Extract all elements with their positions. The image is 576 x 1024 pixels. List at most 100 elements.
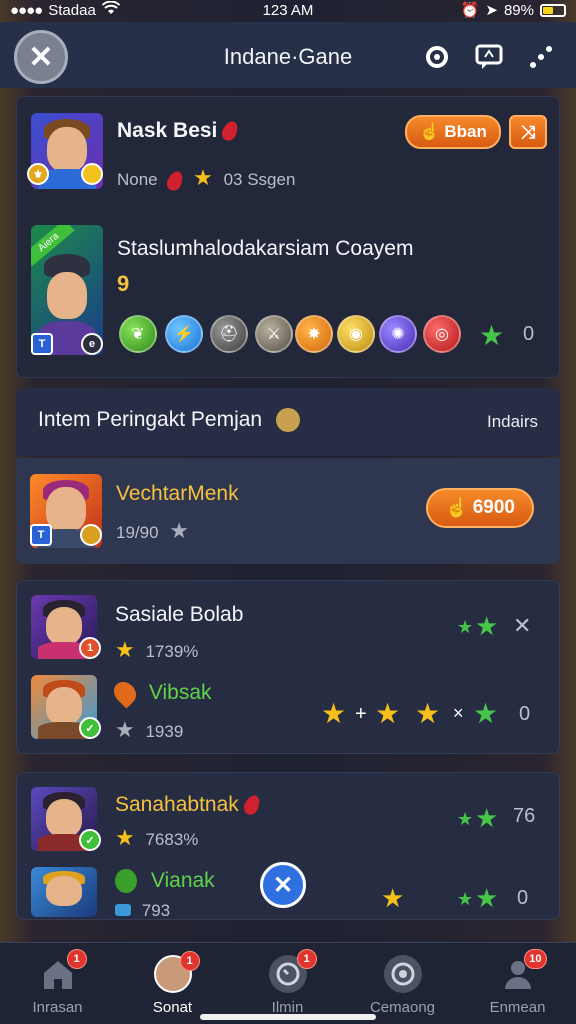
nav-badge: 1 [296,949,317,969]
featured-name: VechtarMenk [116,482,239,505]
nav-item-home[interactable]: 1 Inrasan [0,943,115,1024]
featured-meta: 19/90 ★ [116,518,190,543]
entry-meta: ★ 1739% [115,637,199,662]
nav-label: Cemaong [369,999,436,1016]
profile-score: 0 [523,323,535,345]
star-icon: ★ [457,889,474,909]
section-link[interactable]: Indairs [487,412,538,432]
pin-icon [109,677,141,710]
hand-icon: ☝ [445,498,469,519]
featured-button-label: 6900 [472,497,515,518]
entry-name: Vibsak [109,677,212,710]
share-button[interactable]: ⤨ [509,115,547,149]
app-header: ✕ Indane·Gane [0,22,576,88]
nav-item-target[interactable]: Cemaong [345,943,460,1024]
star-icon: ★ [475,803,499,833]
rank-label: None [117,170,158,189]
medal-icon [275,408,300,433]
helmet-orb-icon[interactable]: ⛑ [210,315,248,353]
featured-buy-button[interactable]: ☝ 6900 [426,488,534,528]
entry-meta: ★ 1939 [115,717,184,742]
entry-name: Sasiale Bolab [115,603,244,626]
star-icon: ★ [457,809,474,829]
star-icon: ★ [115,637,135,662]
hand-icon: ☝ [419,122,441,141]
player-name: Nask Besi [117,119,241,144]
search-icon[interactable] [420,40,454,74]
star-icon: ★ [115,825,135,850]
ticket-icon [115,904,131,916]
rank-badge-icon: ⚜ [27,163,49,185]
leaf-orb-icon[interactable]: ❦ [119,315,157,353]
more-icon[interactable] [524,40,558,74]
nav-badge: 1 [179,951,200,971]
nav-badge: 10 [524,949,547,969]
card-level: 9 [117,271,130,296]
gem-icon [219,119,241,144]
star-icon: ★ [115,717,135,742]
star-icon: ★ [321,698,347,729]
avatar-icon: 1 [153,951,200,993]
entry-meta: 793 [115,901,170,921]
times-icon: × [453,703,464,723]
home-indicator [200,1014,376,1020]
section-header: Intem Peringakt Pemjan Indairs [16,388,560,456]
status-time: 123 AM [262,1,314,19]
nav-item-user[interactable]: 10 Enmean [460,943,575,1024]
gem-icon [164,168,186,193]
gem-icon [241,793,263,818]
star-icon: ★ [381,883,405,913]
star-icon: ★ [473,698,499,729]
check-badge-icon: ✓ [79,717,101,739]
fire-orb-icon[interactable]: ✸ [295,315,333,353]
entry-trail[interactable]: 0 [517,887,528,910]
claim-button-label: Bban [444,122,487,141]
entry-trail[interactable]: 76 [513,805,535,828]
emblem-icon: e [81,333,103,355]
dismiss-button[interactable]: ✕ [260,862,306,908]
coin-orb-icon[interactable]: ◉ [337,315,375,353]
entry-trail[interactable]: ✕ [513,613,531,639]
star-icon: ★ [193,165,213,190]
section-title: Intem Peringakt Pemjan [38,408,300,433]
lightning-orb-icon[interactable]: ⚡ [165,315,203,353]
coin-icon [81,163,103,185]
season-label: 03 Ssgen [223,170,296,189]
entry-name: Vianak [115,869,215,894]
class-icon: T [31,333,53,355]
battery-icon [540,3,566,17]
claim-button[interactable]: ☝ Bban [405,115,501,149]
bottom-nav: 1 Inrasan 1 Sonat 1 Ilmin Cemaong 10 Enm… [0,942,576,1024]
magic-orb-icon[interactable]: ✺ [379,315,417,353]
user-icon: 10 [499,949,547,993]
nav-label: Inrasan [32,999,83,1016]
home-icon: 1 [39,949,87,993]
star-icon: ★ [475,611,499,641]
star-icon: ★ [475,883,499,913]
star-icon: ★ [375,698,401,729]
star-icon: ★ [479,320,505,351]
chat-icon[interactable] [472,40,506,74]
leaf-icon [115,869,137,894]
star-icon: ★ [457,617,474,637]
nav-label: Sonat [152,999,193,1016]
entry-avatar[interactable] [31,867,97,917]
entry-trail[interactable]: 0 [519,703,530,726]
coin-icon [80,524,102,546]
player-meta: None ★ 03 Ssgen [117,165,296,193]
nav-label: Enmean [489,999,546,1016]
crossed-swords-orb-icon[interactable]: ⚔ [255,315,293,353]
nav-item-timer[interactable]: 1 Ilmin [230,943,345,1024]
check-badge-icon: ✓ [79,829,101,851]
timer-icon: 1 [268,949,317,993]
card-title: Staslumhalodakarsiam Coayem [117,237,414,260]
target-orb-icon[interactable]: ◎ [423,315,461,353]
nav-item-profile[interactable]: 1 Sonat [115,943,230,1024]
featured-row[interactable]: T VechtarMenk 19/90 ★ ☝ 6900 [16,458,560,564]
level-badge-icon: 1 [79,637,101,659]
star-icon: ★ [169,518,190,543]
plus-icon: + [355,703,367,725]
entry-group: 1 Sasiale Bolab ★ 1739% ★ ★ ✕ ✓ Vibsak ★… [16,580,560,754]
nav-badge: 1 [66,949,87,969]
profile-panel: ⚜ Nask Besi None ★ 03 Ssgen ☝ Bban ⤨ Aie… [16,96,560,378]
